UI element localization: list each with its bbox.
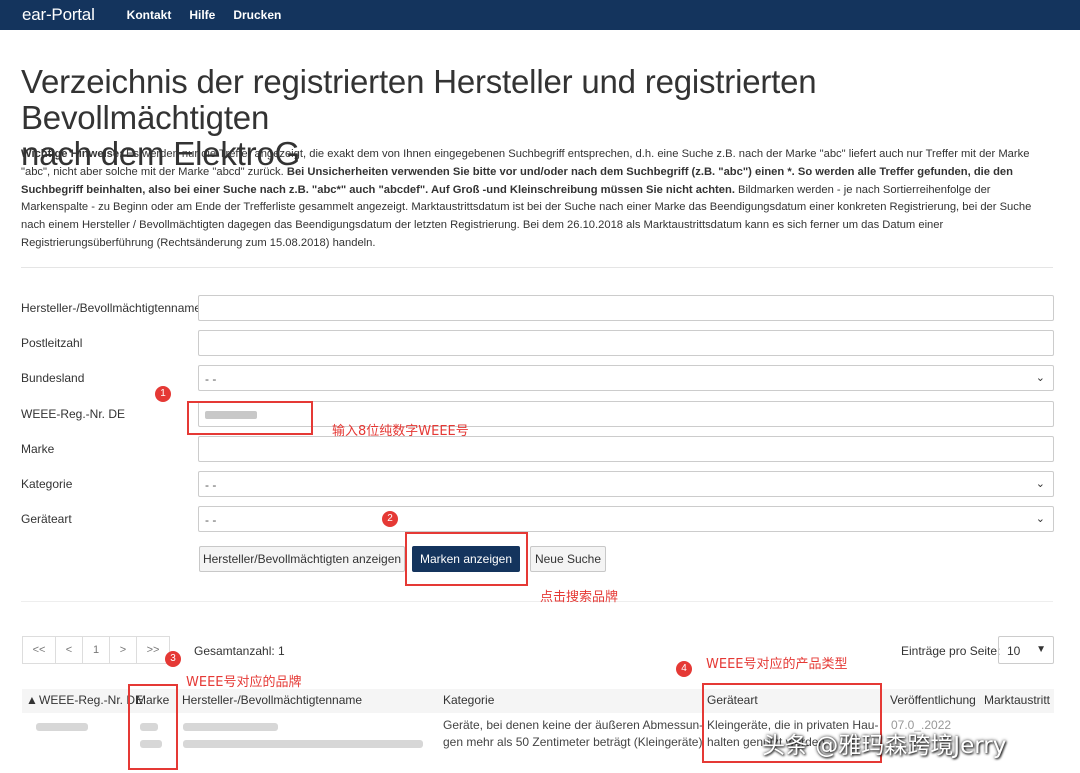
important-notice: Wichtige Hinweise: Es werden nur die Tre… (21, 146, 1041, 253)
pagination: << < 1 > >> (22, 636, 170, 664)
brand-logo[interactable]: ear-Portal (22, 5, 95, 25)
form-row-bundesland: Bundesland - - ⌄ (21, 365, 1054, 392)
annotation-marker-3: 3 (165, 651, 181, 667)
next-page-button[interactable]: > (109, 636, 137, 664)
geraeteart-label: Geräteart (21, 512, 72, 526)
nav-link-drucken[interactable]: Drucken (233, 8, 281, 22)
annotation-box-marke-column (128, 684, 178, 770)
sort-asc-icon[interactable]: ▲ (26, 693, 38, 707)
form-row-hersteller: Hersteller-/Bevollmächtigtenname (21, 295, 1054, 322)
page-title-line1: Verzeichnis der registrierten Hersteller… (21, 63, 817, 136)
plz-input[interactable] (198, 330, 1054, 356)
annotation-text-1: 输入8位纯数字WEEE号 (332, 424, 469, 439)
annotation-text-3: WEEE号对应的品牌 (186, 675, 302, 690)
nav-link-hilfe[interactable]: Hilfe (189, 8, 215, 22)
column-header-veroeffentlichung[interactable]: Veröffentlichung (890, 693, 976, 707)
form-row-marke: Marke (21, 436, 1054, 463)
page-1-button[interactable]: 1 (82, 636, 110, 664)
divider (21, 601, 1053, 602)
annotation-text-2: 点击搜索品牌 (540, 590, 619, 605)
prev-page-button[interactable]: < (55, 636, 83, 664)
caret-down-icon: ▼ (1036, 644, 1046, 655)
annotation-box-marken-button (405, 532, 528, 586)
top-navbar: ear-Portal Kontakt Hilfe Drucken (0, 0, 1080, 30)
annotation-box-weee-input (187, 401, 313, 435)
kategorie-cell: Geräte, bei denen keine der äußeren Abme… (443, 717, 703, 751)
weee-input[interactable] (198, 401, 1054, 427)
geraeteart-value: - - (205, 513, 217, 527)
kategorie-cell-line1: Geräte, bei denen keine der äußeren Abme… (443, 718, 704, 732)
watermark-text: 头条 @雅玛森跨境Jerry (762, 733, 1007, 759)
chevron-down-icon: ⌄ (1035, 513, 1045, 525)
weee-cell (36, 719, 88, 736)
kategorie-value: - - (205, 478, 217, 492)
bundesland-select[interactable]: - - ⌄ (198, 365, 1054, 391)
kategorie-cell-line2: gen mehr als 50 Zentimeter beträgt (Klei… (443, 735, 703, 749)
marke-label: Marke (21, 442, 55, 456)
geraeteart-select[interactable]: - - ⌄ (198, 506, 1054, 532)
weee-label: WEEE-Reg.-Nr. DE (21, 407, 126, 421)
notice-label: Wichtige Hinweise: (21, 148, 123, 160)
per-page-label: Einträge pro Seite: (901, 644, 1001, 658)
show-hersteller-button[interactable]: Hersteller/Bevollmächtigten anzeigen (199, 546, 405, 572)
form-row-kategorie: Kategorie - - ⌄ (21, 471, 1054, 498)
form-row-weee: WEEE-Reg.-Nr. DE (21, 401, 1054, 428)
chevron-down-icon: ⌄ (1035, 478, 1045, 490)
form-row-geraeteart: Geräteart - - ⌄ (21, 506, 1054, 533)
nav-link-kontakt[interactable]: Kontakt (127, 8, 172, 22)
bundesland-value: - - (205, 372, 217, 386)
form-row-plz: Postleitzahl (21, 330, 1054, 357)
new-search-button[interactable]: Neue Suche (530, 546, 606, 572)
chevron-down-icon: ⌄ (1035, 372, 1045, 384)
bundesland-label: Bundesland (21, 371, 85, 385)
hersteller-label: Hersteller-/Bevollmächtigtenname (21, 301, 202, 315)
annotation-marker-1: 1 (155, 386, 171, 402)
annotation-marker-4: 4 (676, 661, 692, 677)
per-page-select[interactable]: 10 ▼ (998, 636, 1054, 664)
marke-input[interactable] (198, 436, 1054, 462)
divider (21, 267, 1053, 268)
kategorie-select[interactable]: - - ⌄ (198, 471, 1054, 497)
column-header-marktaustritt[interactable]: Marktaustritt (984, 693, 1050, 707)
total-count: Gesamtanzahl: 1 (194, 644, 285, 658)
first-page-button[interactable]: << (22, 636, 56, 664)
hersteller-input[interactable] (198, 295, 1054, 321)
hersteller-cell (183, 719, 423, 753)
per-page-value: 10 (1007, 644, 1021, 658)
column-header-kategorie[interactable]: Kategorie (443, 693, 494, 707)
annotation-text-4: WEEE号对应的产品类型 (706, 657, 848, 672)
kategorie-label: Kategorie (21, 477, 73, 491)
annotation-marker-2: 2 (382, 511, 398, 527)
column-header-hersteller[interactable]: Hersteller-/Bevollmächtigtenname (182, 693, 362, 707)
plz-label: Postleitzahl (21, 336, 83, 350)
